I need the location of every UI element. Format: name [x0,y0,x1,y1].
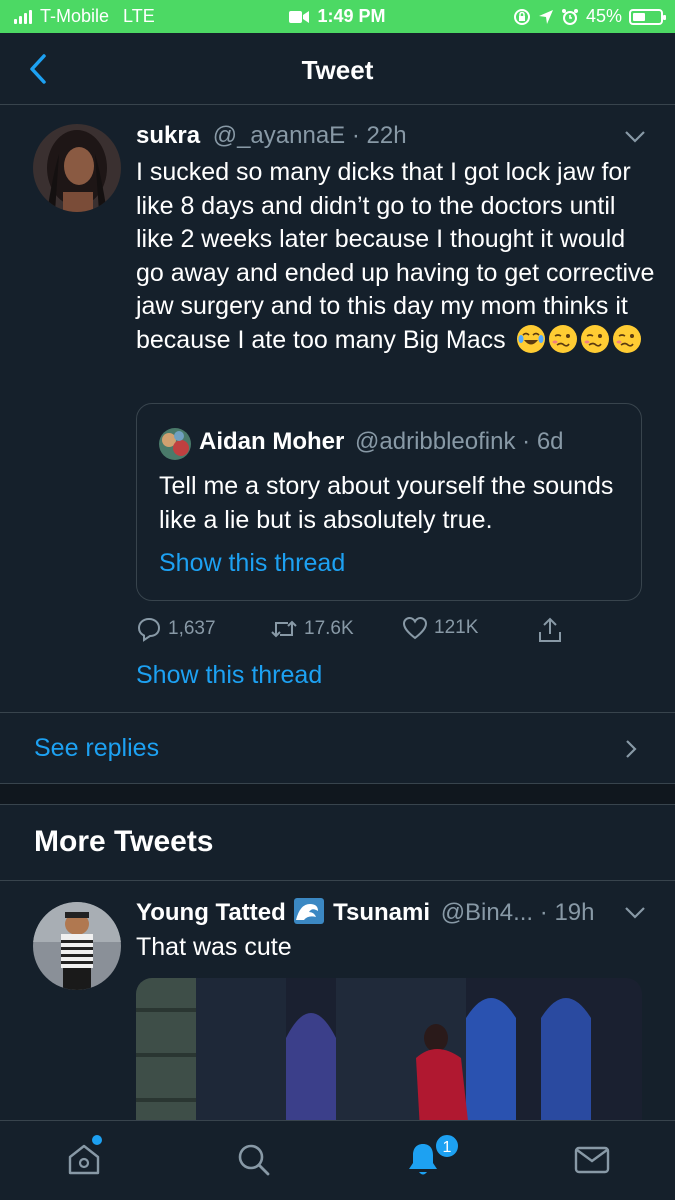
quoted-show-thread-link[interactable]: Show this thread [159,549,345,578]
alarm-icon [561,8,578,25]
author-name-suffix[interactable]: Tsunami [333,899,430,926]
avatar[interactable] [33,902,121,990]
quoted-author-handle: @adribbleofink [355,428,516,455]
location-icon [538,9,553,24]
separator: · [539,899,548,926]
tweet-actions: 1,637 17.6K 121K [136,616,576,646]
chevron-right-icon [626,740,637,758]
chevron-down-icon[interactable] [624,906,646,920]
reply-icon [137,617,161,642]
retweet-icon [271,620,297,638]
tweet-time: 19h [554,899,595,926]
home-icon[interactable] [64,1139,104,1179]
app-header: Tweet [0,33,675,105]
separator: · [351,122,360,149]
divider [0,880,675,881]
wave-emoji-icon [294,898,325,924]
quoted-author-name: Aidan Moher [199,428,345,455]
chevron-down-icon[interactable] [624,130,646,144]
woozy-emoji-icon [548,324,577,353]
search-icon[interactable] [233,1139,273,1179]
avatar[interactable] [33,124,121,212]
author-handle[interactable]: @Bin4... [441,899,533,926]
section-gap [0,784,675,804]
clock: 1:49 PM [317,6,386,26]
see-replies-label: See replies [34,734,160,762]
like-button[interactable]: 121K [402,616,478,640]
battery-percentage: 45% [585,6,622,26]
battery-icon [629,8,666,25]
retweet-count: 17.6K [304,618,354,639]
author-handle[interactable]: @_ayannaE [213,122,345,149]
woozy-emoji-icon [612,324,641,353]
like-count: 121K [434,617,479,638]
tweet-body: I sucked so many dicks that I got lock j… [136,158,655,354]
notification-badge: 1 [434,1133,460,1159]
author-name[interactable]: Young Tatted [136,899,286,926]
joy-emoji-icon [516,324,545,353]
status-bar: T-Mobile LTE 1:49 PM 45% [0,0,675,33]
new-content-dot [92,1135,102,1145]
video-camera-icon [289,10,310,23]
quoted-header: Aidan Moher @adribbleofink · 6d [199,428,564,456]
tweet-header: Young Tatted Tsunami @Bin4... · 19h [136,898,594,927]
share-button[interactable] [536,616,564,644]
quoted-tweet-time: 6d [536,428,564,455]
heart-icon [402,616,428,640]
see-replies-row[interactable]: See replies [0,713,675,783]
tweet-header: sukra @_ayannaE · 22h [136,122,407,150]
quoted-tweet-text: Tell me a story about yourself the sound… [159,472,614,534]
tweet-text: That was cute [136,933,292,961]
author-name[interactable]: sukra [136,122,200,149]
woozy-emoji-icon [580,324,609,353]
tab-bar: 1 [0,1120,675,1200]
share-icon [539,617,561,642]
divider [0,804,675,805]
reply-count: 1,637 [168,618,216,639]
tweet-text: I sucked so many dicks that I got lock j… [136,156,656,358]
quoted-avatar [159,428,191,460]
tweet-time: 22h [366,122,407,149]
messages-icon[interactable] [572,1139,612,1179]
more-tweets-heading: More Tweets [34,825,214,858]
page-title: Tweet [301,55,374,85]
reply-button[interactable]: 1,637 [136,616,216,642]
retweet-button[interactable]: 17.6K [270,616,354,642]
show-thread-link[interactable]: Show this thread [136,661,322,690]
quoted-tweet[interactable]: Aidan Moher @adribbleofink · 6d Tell me … [136,403,642,601]
screen-rotation-lock-icon [513,8,530,25]
separator: · [522,428,531,455]
